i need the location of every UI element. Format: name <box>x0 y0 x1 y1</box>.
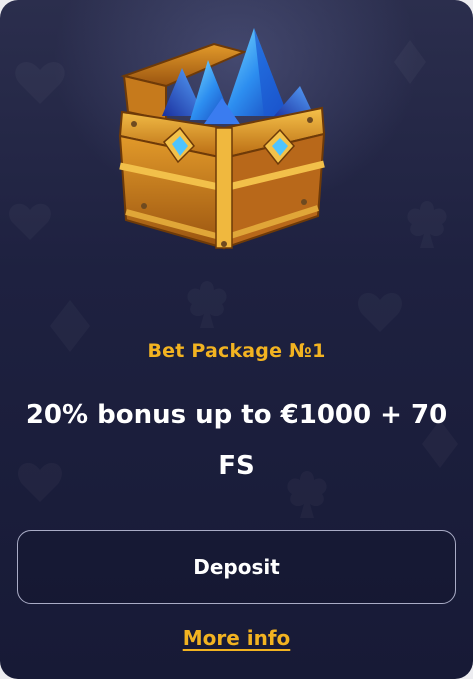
treasure-chest-icon <box>104 16 336 256</box>
package-title: Bet Package №1 <box>147 340 326 362</box>
bonus-card: Bet Package №1 20% bonus up to €1000 + 7… <box>0 0 473 679</box>
more-info-container: More info <box>0 626 473 650</box>
deposit-button[interactable]: Deposit <box>17 530 456 604</box>
more-info-link[interactable]: More info <box>183 626 291 650</box>
bonus-offer-text: 20% bonus up to €1000 + 70 FS <box>25 400 448 481</box>
